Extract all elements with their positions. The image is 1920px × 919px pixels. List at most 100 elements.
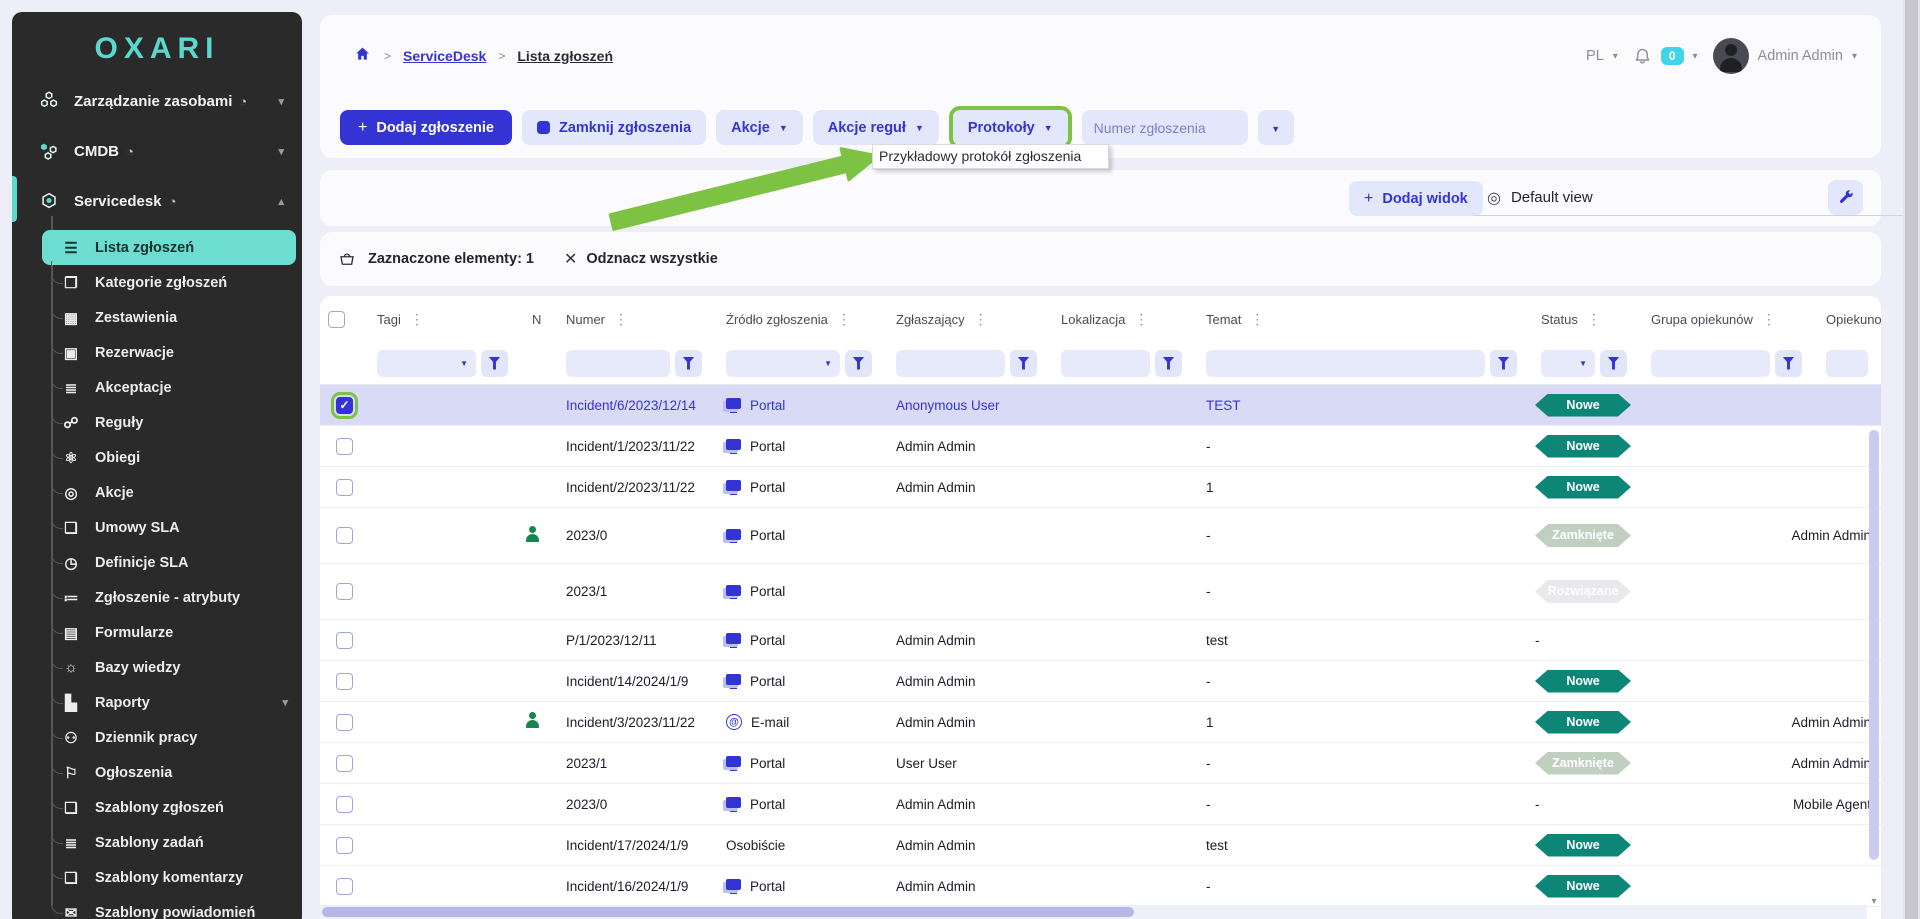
sidebar-item-akceptacje[interactable]: ≣ Akceptacje bbox=[12, 370, 302, 405]
cell-ticket-number[interactable]: Incident/6/2023/12/14 bbox=[555, 398, 715, 413]
row-checkbox[interactable] bbox=[336, 583, 353, 600]
column-header-7[interactable]: Status⋮ bbox=[1530, 311, 1640, 328]
cell-ticket-number[interactable]: Incident/2/2023/11/22 bbox=[555, 480, 715, 495]
table-row[interactable]: Incident/17/2024/1/9 Osobiście Admin Adm… bbox=[320, 825, 1881, 866]
scroll-down-arrow[interactable]: ▾ bbox=[1868, 896, 1880, 907]
column-header-9[interactable]: Opiekunowie bbox=[1815, 312, 1881, 327]
table-row[interactable]: Incident/2/2023/11/22 Portal Admin Admin… bbox=[320, 467, 1881, 508]
table-row[interactable]: 2023/1 Portal - Rozwiązane bbox=[320, 564, 1881, 620]
scrollbar-thumb[interactable] bbox=[1905, 0, 1918, 919]
sidebar-item-lista-zgloszen[interactable]: ☰ Lista zgłoszeń bbox=[42, 230, 296, 265]
column-menu-icon[interactable]: ⋮ bbox=[614, 311, 628, 328]
rule-actions-button[interactable]: Akcje reguł ▼ bbox=[813, 110, 939, 145]
cell-ticket-number[interactable]: 2023/1 bbox=[555, 584, 715, 599]
column-header-5[interactable]: Lokalizacja⋮ bbox=[1050, 311, 1195, 328]
actions-button[interactable]: Akcje ▼ bbox=[716, 110, 803, 145]
avatar[interactable] bbox=[1713, 38, 1749, 74]
cell-ticket-number[interactable]: Incident/3/2023/11/22 bbox=[555, 715, 715, 730]
filter-select[interactable]: ▼ bbox=[726, 350, 840, 377]
sidebar-item-rezerwacje[interactable]: ▣ Rezerwacje bbox=[12, 335, 302, 370]
sidebar-item-raporty[interactable]: ▙ Raporty ▾ bbox=[12, 685, 302, 720]
cell-ticket-number[interactable]: Incident/17/2024/1/9 bbox=[555, 838, 715, 853]
language-selector[interactable]: PL bbox=[1586, 48, 1604, 64]
sidebar-item-formularze[interactable]: ▤ Formularze bbox=[12, 615, 302, 650]
column-header-8[interactable]: Grupa opiekunów⋮ bbox=[1640, 311, 1815, 328]
table-row[interactable]: 2023/1 Portal User User - Zamknięte Admi… bbox=[320, 743, 1881, 784]
sidebar-item-szablony-komentarzy[interactable]: ❑ Szablony komentarzy bbox=[12, 860, 302, 895]
cell-ticket-number[interactable]: Incident/16/2024/1/9 bbox=[555, 879, 715, 894]
sidebar-item-reguly[interactable]: ☍ Reguły bbox=[12, 405, 302, 440]
basket-icon[interactable] bbox=[338, 250, 356, 268]
protocols-button[interactable]: Protokoły ▼ bbox=[953, 110, 1068, 145]
scrollbar-thumb[interactable] bbox=[322, 907, 1134, 917]
filter-funnel-button[interactable] bbox=[1775, 350, 1802, 377]
filter-input[interactable] bbox=[896, 350, 1005, 377]
scrollbar-thumb[interactable] bbox=[1869, 430, 1879, 860]
ticket-number-input[interactable] bbox=[1082, 110, 1248, 145]
filter-funnel-button[interactable] bbox=[675, 350, 702, 377]
row-checkbox[interactable] bbox=[336, 755, 353, 772]
column-menu-icon[interactable]: ⋮ bbox=[410, 311, 424, 328]
row-checkbox[interactable] bbox=[336, 673, 353, 690]
chevron-down-icon[interactable]: ▾ bbox=[1852, 51, 1857, 62]
table-row[interactable]: 2023/0 Portal - Zamknięte Admin Admin bbox=[320, 508, 1881, 564]
table-row[interactable]: Incident/1/2023/11/22 Portal Admin Admin… bbox=[320, 426, 1881, 467]
breadcrumb-current[interactable]: Lista zgłoszeń bbox=[517, 48, 613, 64]
sidebar-item-umowy-sla[interactable]: ❏ Umowy SLA bbox=[12, 510, 302, 545]
deselect-all-button[interactable]: ✕ Odznacz wszystkie bbox=[564, 249, 718, 269]
filter-input[interactable] bbox=[566, 350, 670, 377]
add-view-button[interactable]: + Dodaj widok bbox=[1349, 181, 1483, 216]
column-header-3[interactable]: Źródło zgłoszenia⋮ bbox=[715, 311, 885, 328]
sidebar-item-ogloszenia[interactable]: ⚐ Ogłoszenia bbox=[12, 755, 302, 790]
table-row[interactable]: P/1/2023/12/11 Portal Admin Admin test - bbox=[320, 620, 1881, 661]
chevron-down-icon[interactable]: ▾ bbox=[1693, 51, 1698, 62]
filter-input[interactable] bbox=[1061, 350, 1150, 377]
filter-input[interactable] bbox=[1651, 350, 1770, 377]
cell-ticket-number[interactable]: Incident/14/2024/1/9 bbox=[555, 674, 715, 689]
row-checkbox[interactable] bbox=[336, 878, 353, 895]
filter-funnel-button[interactable] bbox=[1600, 350, 1627, 377]
view-settings-button[interactable] bbox=[1828, 180, 1863, 215]
column-menu-icon[interactable]: ⋮ bbox=[1134, 311, 1148, 328]
protocol-dropdown-item[interactable]: Przykładowy protokół zgłoszenia bbox=[872, 144, 1109, 169]
select-all-checkbox[interactable] bbox=[328, 311, 345, 328]
filter-funnel-button[interactable] bbox=[1010, 350, 1037, 377]
cell-ticket-number[interactable]: 2023/0 bbox=[555, 797, 715, 812]
bell-icon[interactable] bbox=[1633, 47, 1652, 66]
row-checkbox[interactable] bbox=[336, 837, 353, 854]
filter-funnel-button[interactable] bbox=[845, 350, 872, 377]
sidebar-item-szablony-powiadomien[interactable]: ✉ Szablony powiadomień bbox=[12, 895, 302, 919]
row-checkbox[interactable] bbox=[336, 438, 353, 455]
sidebar-group-cmdb[interactable]: CMDB ◔ ▾ bbox=[12, 126, 302, 176]
column-menu-icon[interactable]: ⋮ bbox=[1250, 311, 1264, 328]
sidebar-item-dziennik-pracy[interactable]: ⚇ Dziennik pracy bbox=[12, 720, 302, 755]
row-checkbox[interactable] bbox=[336, 714, 353, 731]
breadcrumb-servicedesk[interactable]: ServiceDesk bbox=[403, 48, 486, 64]
sidebar-group-zarzadzanie-zasobami[interactable]: Zarządzanie zasobami ◔ ▾ bbox=[12, 76, 302, 126]
sidebar-item-zgloszenie-atrybuty[interactable]: ≔ Zgłoszenie - atrybuty bbox=[12, 580, 302, 615]
cell-ticket-number[interactable]: 2023/1 bbox=[555, 756, 715, 771]
home-icon[interactable] bbox=[353, 45, 372, 66]
sidebar-item-szablony-zgloszen[interactable]: ❏ Szablony zgłoszeń bbox=[12, 790, 302, 825]
table-row[interactable]: Incident/14/2024/1/9 Portal Admin Admin … bbox=[320, 661, 1881, 702]
table-horizontal-scrollbar[interactable] bbox=[320, 905, 1867, 919]
column-header-4[interactable]: Zgłaszający⋮ bbox=[885, 311, 1050, 328]
sidebar-item-zestawienia[interactable]: ▦ Zestawienia bbox=[12, 300, 302, 335]
column-header-0[interactable]: Tagi⋮ bbox=[366, 311, 521, 328]
row-checkbox[interactable] bbox=[336, 479, 353, 496]
row-checkbox[interactable] bbox=[336, 527, 353, 544]
add-ticket-button[interactable]: + Dodaj zgłoszenie bbox=[340, 110, 512, 145]
table-row[interactable]: 2023/0 Portal Admin Admin - - Mobile Age… bbox=[320, 784, 1881, 825]
notification-count-badge[interactable]: 0 bbox=[1661, 47, 1684, 65]
filter-input[interactable] bbox=[1206, 350, 1485, 377]
column-menu-icon[interactable]: ⋮ bbox=[837, 311, 851, 328]
filter-select[interactable]: ▼ bbox=[377, 350, 476, 377]
row-checkbox[interactable] bbox=[336, 397, 353, 414]
table-row[interactable]: Incident/16/2024/1/9 Portal Admin Admin … bbox=[320, 866, 1881, 907]
sidebar-item-akcje[interactable]: ◎ Akcje bbox=[12, 475, 302, 510]
table-row[interactable]: Incident/3/2023/11/22 @ E-mail Admin Adm… bbox=[320, 702, 1881, 743]
user-name[interactable]: Admin Admin bbox=[1758, 48, 1843, 64]
page-scrollbar[interactable] bbox=[1903, 0, 1920, 919]
table-row[interactable]: Incident/6/2023/12/14 Portal Anonymous U… bbox=[320, 385, 1881, 426]
sidebar-item-obiegi[interactable]: ⚛ Obiegi bbox=[12, 440, 302, 475]
